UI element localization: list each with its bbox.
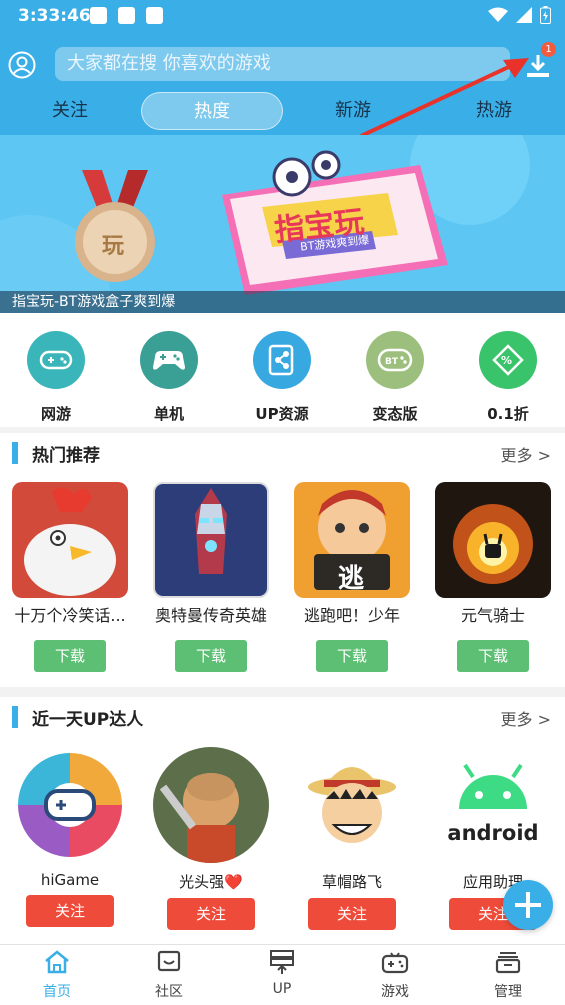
category-row: 网游 单机 UP资源 BT 变态版 % 0.1折 <box>0 313 565 427</box>
add-fab-button[interactable] <box>503 880 553 930</box>
follow-button[interactable]: 关注 <box>26 895 114 927</box>
android-logo-text: android <box>447 821 539 845</box>
category-label: 网游 <box>40 405 71 423</box>
more-link[interactable]: 更多 > <box>501 442 552 466</box>
battery-icon <box>540 6 551 24</box>
nav-up[interactable]: UP <box>242 949 322 997</box>
home-icon <box>45 950 69 974</box>
promo-banner[interactable]: 玩 指宝玩 BT游戏爽到爆 指宝玩-BT游戏盒子爽到爆 <box>0 135 565 313</box>
banner-medal-text: 玩 <box>102 234 125 259</box>
user-avatar <box>294 747 410 863</box>
section-title: 近一天UP达人 <box>32 710 144 730</box>
controller-icon <box>140 331 198 389</box>
section-accent-bar <box>12 442 18 464</box>
category-label: 0.1折 <box>487 405 529 423</box>
red-arrow-annotation <box>360 58 529 138</box>
user-name: 草帽路飞 <box>321 873 382 891</box>
signal-icon <box>516 7 532 23</box>
banner-caption: 指宝玩-BT游戏盒子爽到爆 <box>0 291 565 313</box>
game-card[interactable]: 奥特曼传奇英雄 下载 <box>146 482 276 672</box>
category-label: 单机 <box>153 405 184 423</box>
more-link[interactable]: 更多 > <box>501 706 552 730</box>
up-user-card[interactable]: 光头强❤️ 关注 <box>146 747 276 930</box>
upload-server-icon <box>270 950 294 974</box>
user-avatar <box>153 747 269 863</box>
category-label: UP资源 <box>255 405 309 423</box>
tab-follow[interactable]: 关注 <box>10 92 130 130</box>
svg-text:BT: BT <box>385 357 399 367</box>
nav-community[interactable]: 社区 <box>129 949 209 1001</box>
tab-hot[interactable]: 热度 <box>141 92 283 130</box>
follow-button[interactable]: 关注 <box>167 898 255 930</box>
category-up-resources[interactable]: UP资源 <box>242 331 322 424</box>
follow-button[interactable]: 关注 <box>308 898 396 930</box>
user-avatar <box>12 747 128 863</box>
game-cover <box>12 482 128 598</box>
community-icon <box>157 950 181 972</box>
share-icon <box>253 331 311 389</box>
game-name: 逃跑吧！少年 <box>303 606 400 625</box>
discount-tag-icon: % <box>479 331 537 389</box>
nav-games[interactable]: 游戏 <box>355 949 435 1001</box>
nav-manage[interactable]: 管理 <box>468 949 548 1001</box>
section-header: 近一天UP达人 更多 > <box>0 697 565 737</box>
gamepad-icon <box>381 952 409 974</box>
status-bar: 3:33:46 <box>0 0 565 34</box>
nav-label: 首页 <box>43 984 71 1000</box>
notification-icon <box>90 7 107 24</box>
section-accent-bar <box>12 706 18 728</box>
nav-label: 管理 <box>494 984 522 1000</box>
user-name: 光头强❤️ <box>179 873 243 891</box>
category-bt-version[interactable]: BT 变态版 <box>355 331 435 424</box>
game-cover <box>153 482 269 598</box>
notification-icon <box>146 7 163 24</box>
nav-label: 社区 <box>155 984 183 1000</box>
user-avatar-icon[interactable] <box>8 51 36 79</box>
status-time: 3:33:46 <box>18 6 91 26</box>
manage-icon <box>495 952 521 974</box>
wifi-icon <box>488 7 508 22</box>
game-card[interactable]: 十万个冷笑话... 下载 <box>5 482 135 672</box>
bottom-nav: 首页 社区 UP 游戏 管理 <box>0 944 565 1005</box>
game-name: 元气骑士 <box>460 606 525 625</box>
nav-label: UP <box>272 981 292 997</box>
bt-gamepad-icon: BT <box>366 331 424 389</box>
user-name: hiGame <box>40 871 100 889</box>
download-button[interactable]: 下载 <box>175 640 247 672</box>
up-section: 近一天UP达人 更多 > hiGame 关注 光头强❤️ 关注 草帽路飞 关注 … <box>0 697 565 944</box>
game-cover <box>435 482 551 598</box>
plus-icon <box>515 892 541 918</box>
download-button[interactable]: 下载 <box>457 640 529 672</box>
download-count-badge: 1 <box>541 42 556 57</box>
hot-section: 热门推荐 更多 > 十万个冷笑话... 下载 奥特曼传奇英雄 下载 逃 逃跑吧！… <box>0 433 565 687</box>
nav-label: 游戏 <box>381 984 409 1000</box>
section-header: 热门推荐 更多 > <box>0 433 565 473</box>
user-avatar: android <box>435 747 551 863</box>
section-title: 热门推荐 <box>32 446 100 466</box>
category-single-player[interactable]: 单机 <box>129 331 209 424</box>
category-online-games[interactable]: 网游 <box>16 331 96 424</box>
game-name: 十万个冷笑话... <box>14 606 126 625</box>
category-label: 变态版 <box>372 405 418 423</box>
game-cover: 逃 <box>294 482 410 598</box>
game-sign-text: 逃 <box>338 564 365 594</box>
up-user-card[interactable]: 草帽路飞 关注 <box>287 747 417 930</box>
game-card[interactable]: 元气骑士 下载 <box>428 482 558 672</box>
category-discount[interactable]: % 0.1折 <box>468 331 548 424</box>
svg-text:%: % <box>501 354 512 367</box>
nav-home[interactable]: 首页 <box>17 949 97 1001</box>
game-name: 奥特曼传奇英雄 <box>154 606 267 625</box>
up-user-card[interactable]: hiGame 关注 <box>5 747 135 927</box>
game-card[interactable]: 逃 逃跑吧！少年 下载 <box>287 482 417 672</box>
download-button[interactable]: 下载 <box>316 640 388 672</box>
notification-icon <box>118 7 135 24</box>
gamepad-icon <box>27 331 85 389</box>
download-button[interactable]: 下载 <box>34 640 106 672</box>
